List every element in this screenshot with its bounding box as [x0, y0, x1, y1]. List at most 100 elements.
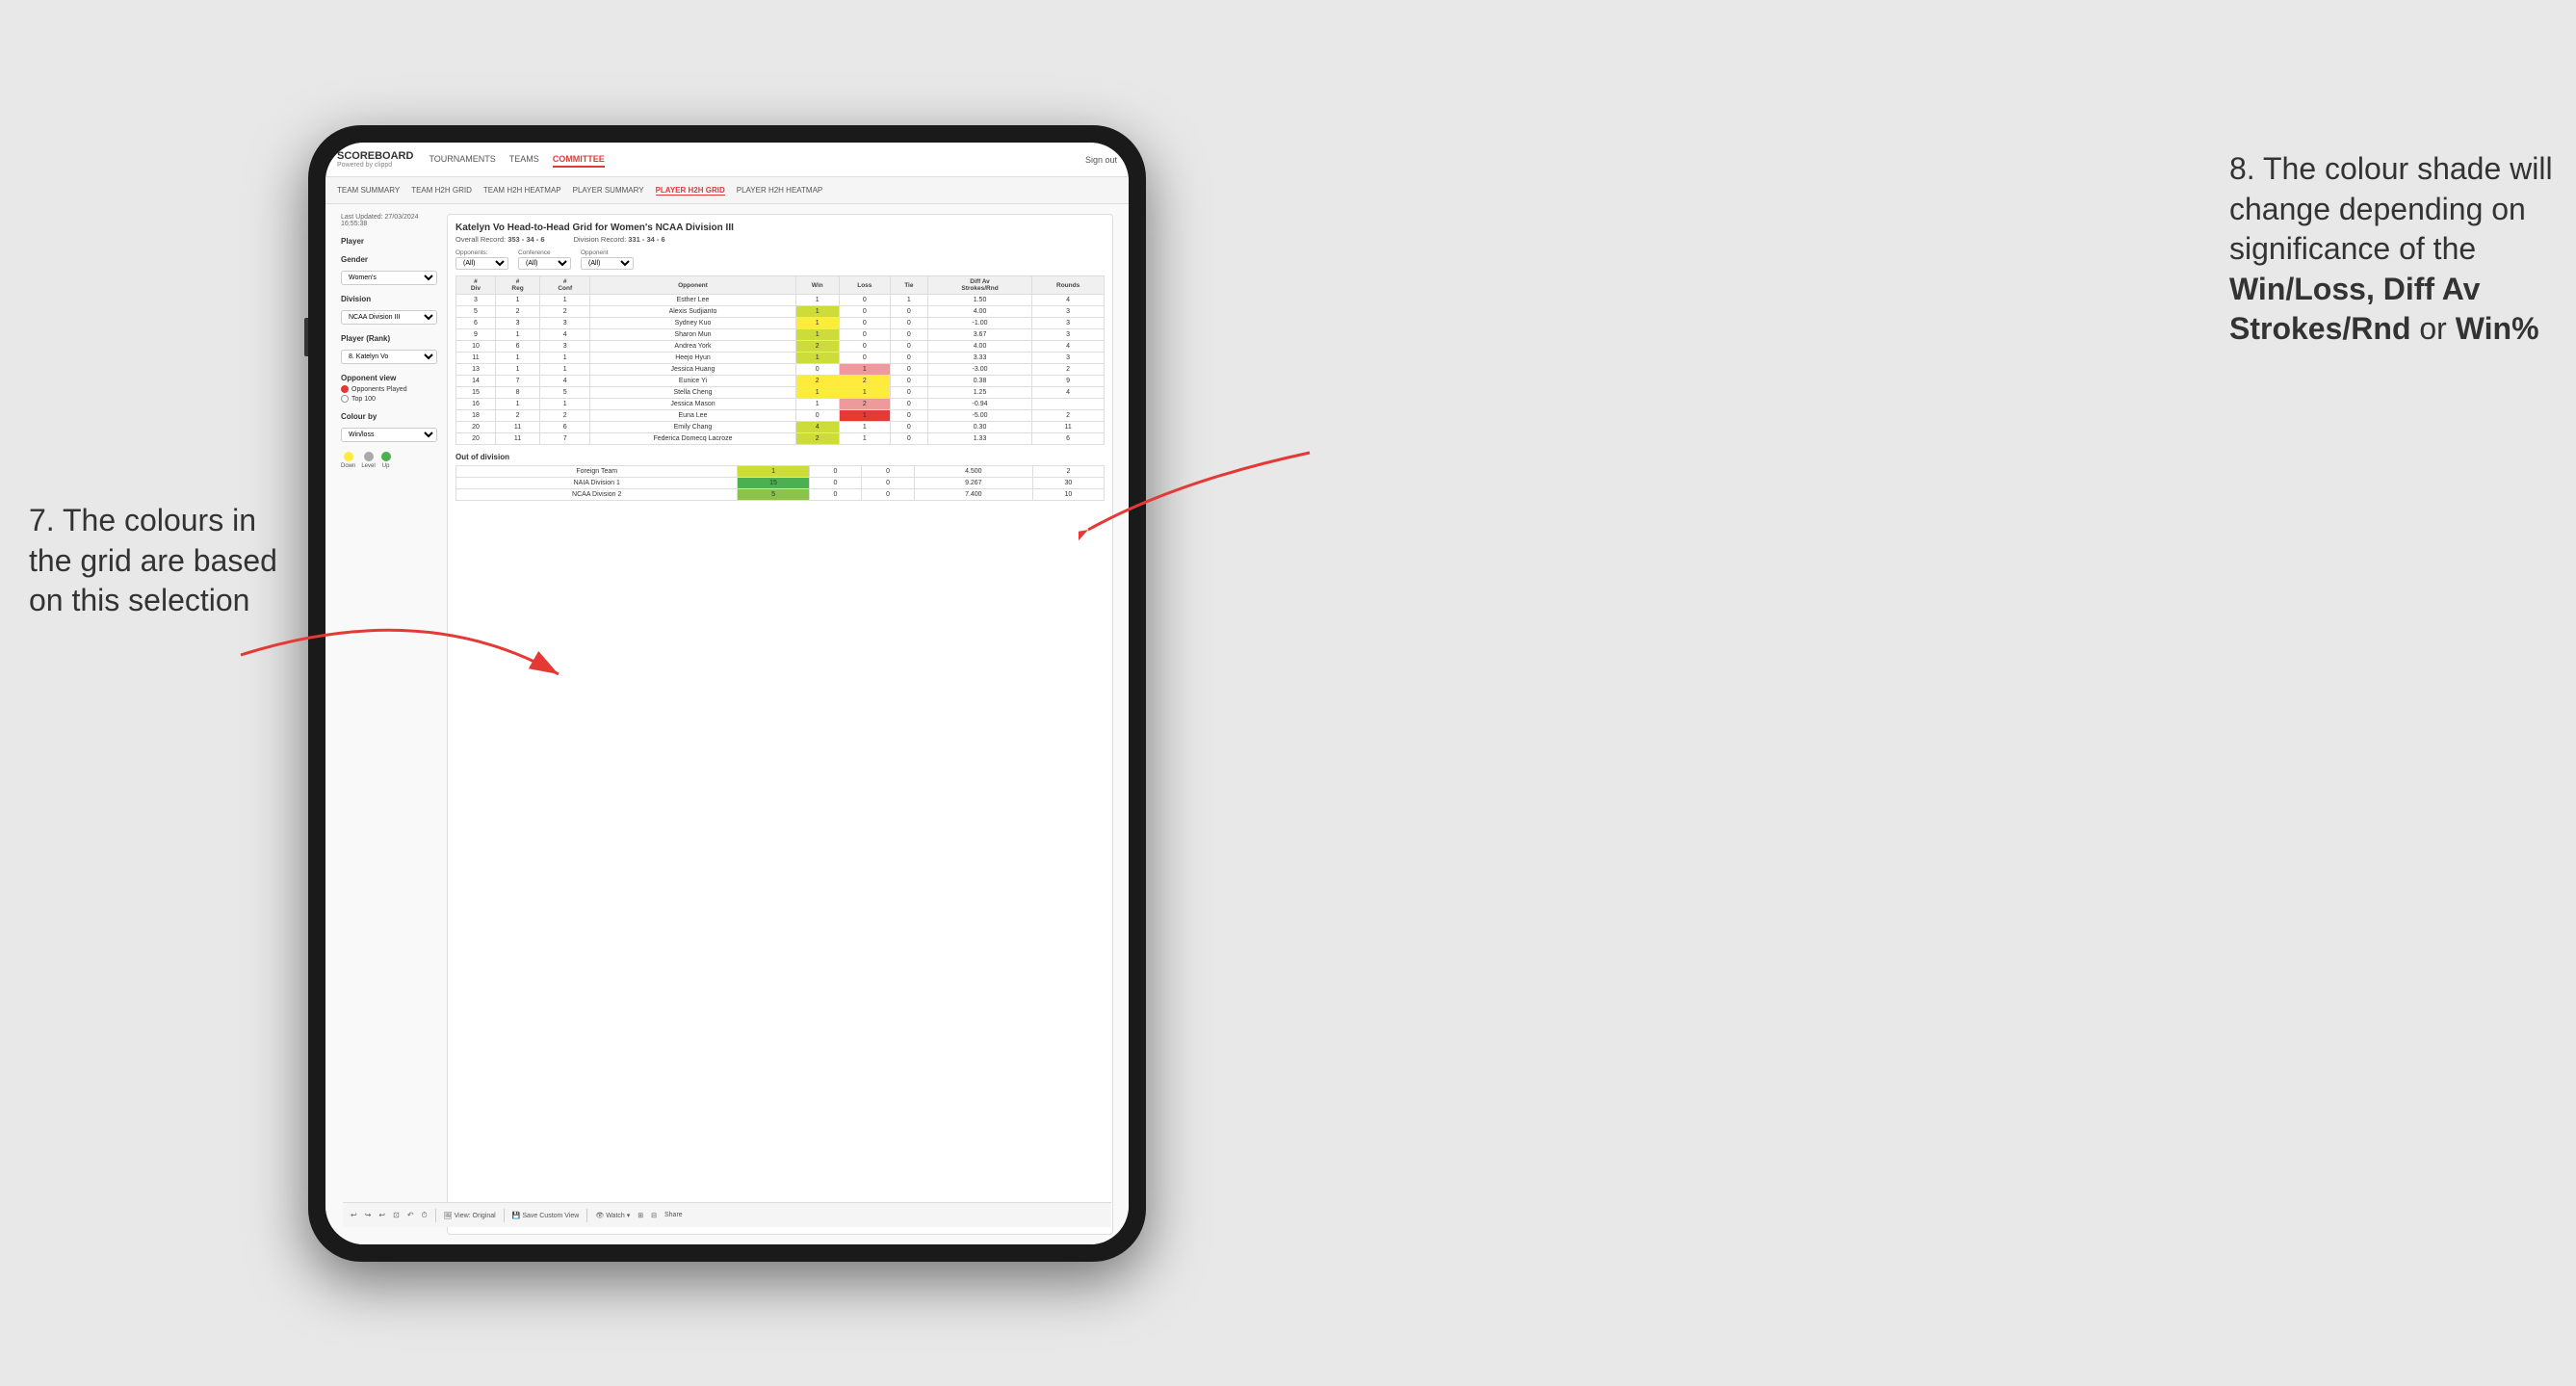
- cell-opponent: Jessica Huang: [590, 364, 795, 376]
- colour-by-select[interactable]: Win/loss: [341, 428, 437, 442]
- cell-win: 1: [795, 306, 839, 318]
- cell-opponent: Eunice Yi: [590, 376, 795, 387]
- player-rank-select[interactable]: 8. Katelyn Vo: [341, 350, 437, 364]
- redo-button[interactable]: ↪: [365, 1211, 372, 1219]
- sub-nav-team-h2h-grid[interactable]: TEAM H2H GRID: [411, 186, 472, 195]
- opponents-filter-select[interactable]: (All): [455, 257, 508, 270]
- cell-reg: 11: [495, 422, 539, 433]
- more-button[interactable]: ↶: [407, 1211, 414, 1219]
- cell-loss: 1: [839, 422, 890, 433]
- colour-by-label: Colour by: [341, 412, 437, 421]
- cell-div: 20: [456, 433, 496, 445]
- main-table-body: 3 1 1 Esther Lee 1 0 1 1.50 4 5 2 2 Alex…: [456, 295, 1105, 445]
- cell-div: 18: [456, 410, 496, 422]
- cell-rounds: 3: [1032, 306, 1105, 318]
- cell-opponent: Federica Domecq Lacroze: [590, 433, 795, 445]
- cell-tie: 0: [890, 341, 927, 353]
- cell-tie: 0: [890, 387, 927, 399]
- cell-win: 4: [795, 422, 839, 433]
- table-row: 10 6 3 Andrea York 2 0 0 4.00 4: [456, 341, 1105, 353]
- cell-loss: 0: [839, 329, 890, 341]
- toolbar-separator-2: [504, 1209, 505, 1222]
- table-row: 14 7 4 Eunice Yi 2 2 0 0.38 9: [456, 376, 1105, 387]
- left-arrow: [231, 578, 568, 771]
- conference-filter-label: Conference: [518, 249, 571, 256]
- cell-conf: 1: [540, 353, 590, 364]
- view-original-button[interactable]: 🖼 View: Original: [444, 1212, 496, 1219]
- nav-sign-out[interactable]: Sign out: [1085, 155, 1117, 165]
- cell-reg: 6: [495, 341, 539, 353]
- col-conf: #Conf: [540, 276, 590, 295]
- top100-radio[interactable]: Top 100: [341, 395, 437, 403]
- sub-nav-player-summary[interactable]: PLAYER SUMMARY: [573, 186, 644, 195]
- opponents-filter: Opponents: (All): [455, 249, 508, 270]
- nav-teams[interactable]: TEAMS: [509, 152, 539, 168]
- cell-conf: 1: [540, 295, 590, 306]
- cell-tie: 0: [890, 353, 927, 364]
- back-button[interactable]: ↩: [378, 1211, 385, 1219]
- conference-filter-select[interactable]: (All): [518, 257, 571, 270]
- cell-win: 1: [795, 295, 839, 306]
- table-row: 18 2 2 Euna Lee 0 1 0 -5.00 2: [456, 410, 1105, 422]
- ood-diff: 9.267: [914, 478, 1032, 489]
- cell-conf: 5: [540, 387, 590, 399]
- ood-win: 1: [738, 466, 809, 478]
- cell-diff: 4.00: [927, 341, 1031, 353]
- sub-nav-player-h2h-grid[interactable]: PLAYER H2H GRID: [656, 186, 725, 196]
- gender-select[interactable]: Women's: [341, 271, 437, 285]
- cell-conf: 2: [540, 306, 590, 318]
- table-row: 15 8 5 Stella Cheng 1 1 0 1.25 4: [456, 387, 1105, 399]
- table-row: 6 3 3 Sydney Kuo 1 0 0 -1.00 3: [456, 318, 1105, 329]
- cell-rounds: [1032, 399, 1105, 410]
- overall-record: Overall Record: 353 - 34 - 6: [455, 235, 545, 244]
- col-opponent: Opponent: [590, 276, 795, 295]
- layout-button[interactable]: ⊞: [637, 1212, 643, 1219]
- sub-nav-team-summary[interactable]: TEAM SUMMARY: [337, 186, 400, 195]
- nav-committee[interactable]: COMMITTEE: [553, 152, 605, 168]
- toolbar: ↩ ↪ ↩ ⊡ ↶ ⏱ 🖼 View: Original 💾 Save Cust…: [343, 1202, 1111, 1227]
- cell-loss: 1: [839, 433, 890, 445]
- cell-loss: 0: [839, 306, 890, 318]
- cell-reg: 8: [495, 387, 539, 399]
- nav-tournaments[interactable]: TOURNAMENTS: [429, 152, 495, 168]
- col-loss: Loss: [839, 276, 890, 295]
- cell-opponent: Sharon Mun: [590, 329, 795, 341]
- ood-loss: 0: [809, 489, 862, 501]
- ood-diff: 4.500: [914, 466, 1032, 478]
- clock-button[interactable]: ⏱: [422, 1211, 428, 1220]
- player-rank-section: Player (Rank) 8. Katelyn Vo: [341, 334, 437, 364]
- undo-button[interactable]: ↩: [351, 1211, 357, 1219]
- col-diff: Diff AvStrokes/Rnd: [927, 276, 1031, 295]
- division-select[interactable]: NCAA Division III: [341, 310, 437, 325]
- last-updated: Last Updated: 27/03/2024 16:55:38: [341, 214, 437, 227]
- cell-opponent: Alexis Sudjianto: [590, 306, 795, 318]
- col-win: Win: [795, 276, 839, 295]
- opponent-filter-select[interactable]: (All): [581, 257, 634, 270]
- cell-loss: 0: [839, 318, 890, 329]
- cell-diff: 0.30: [927, 422, 1031, 433]
- copy-button[interactable]: ⊡: [393, 1211, 400, 1219]
- cell-tie: 0: [890, 318, 927, 329]
- cell-div: 10: [456, 341, 496, 353]
- sub-nav-player-h2h-heatmap[interactable]: PLAYER H2H HEATMAP: [737, 186, 823, 195]
- watch-button[interactable]: 👁 Watch ▾: [595, 1212, 630, 1219]
- grid-button[interactable]: ⊟: [651, 1212, 657, 1219]
- share-button[interactable]: Share: [664, 1212, 683, 1218]
- cell-rounds: 2: [1032, 410, 1105, 422]
- ood-opponent: Foreign Team: [456, 466, 738, 478]
- toolbar-separator-1: [435, 1209, 436, 1222]
- app-logo: SCOREBOARD Powered by clippd: [337, 150, 413, 169]
- col-div: #Div: [456, 276, 496, 295]
- grid-title: Katelyn Vo Head-to-Head Grid for Women's…: [455, 222, 1105, 233]
- opponents-played-radio[interactable]: Opponents Played: [341, 385, 437, 393]
- save-custom-view-button[interactable]: 💾 Save Custom View: [512, 1212, 580, 1219]
- list-item: NCAA Division 2 5 0 0 7.400 10: [456, 489, 1105, 501]
- sub-nav-team-h2h-heatmap[interactable]: TEAM H2H HEATMAP: [483, 186, 561, 195]
- cell-opponent: Euna Lee: [590, 410, 795, 422]
- cell-tie: 0: [890, 306, 927, 318]
- table-row: 11 1 1 Heejo Hyun 1 0 0 3.33 3: [456, 353, 1105, 364]
- cell-rounds: 4: [1032, 387, 1105, 399]
- table-row: 5 2 2 Alexis Sudjianto 1 0 0 4.00 3: [456, 306, 1105, 318]
- cell-win: 1: [795, 318, 839, 329]
- cell-diff: 1.50: [927, 295, 1031, 306]
